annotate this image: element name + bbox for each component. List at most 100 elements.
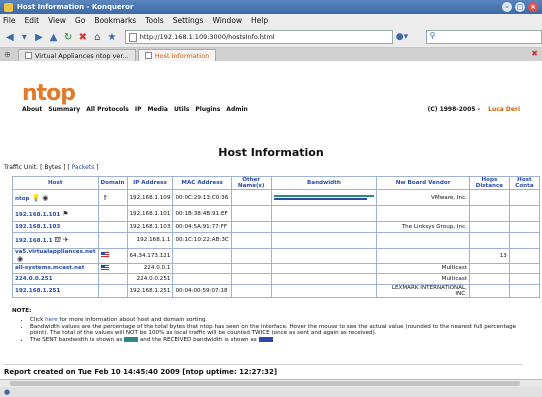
note-text: for more information about host and doma… — [57, 317, 208, 323]
host-link[interactable]: va5.virtualappliances.net — [15, 249, 96, 255]
table-row: 192.168.1.251 192.168.1.251 00:04:00:59:… — [12, 283, 541, 298]
search-input[interactable]: ⚲ — [425, 30, 542, 44]
contacts-cell — [508, 231, 541, 249]
nav-summary[interactable]: Summary — [48, 106, 80, 113]
domain-cell: ⇑ — [97, 189, 128, 206]
gateway-icon: ✈ — [62, 235, 69, 244]
go-icon[interactable]: ●▾ — [396, 32, 414, 42]
host-link[interactable]: ntop — [15, 196, 30, 202]
scrollbar-thumb[interactable] — [10, 381, 520, 386]
router-icon: ⛫ — [54, 235, 61, 244]
domain-cell — [97, 283, 128, 298]
host-cell[interactable]: all-systems.mcast.net — [12, 262, 99, 274]
minimize-button[interactable]: – — [502, 2, 512, 12]
horizontal-scrollbar[interactable] — [0, 379, 542, 387]
hops-cell — [468, 221, 510, 233]
domain-cell — [97, 205, 128, 222]
tab-label: Host Information — [154, 51, 210, 60]
host-cell[interactable]: 192.168.1.251 — [12, 283, 99, 298]
host-cell[interactable]: 192.168.1.103 — [12, 221, 99, 233]
page-title: Host Information — [218, 146, 324, 159]
host-link[interactable]: 192.168.1.103 — [15, 224, 60, 230]
stop-icon[interactable]: ✖ — [77, 31, 89, 44]
host-cell[interactable]: 192.168.1.1 ⛫ ✈ — [12, 231, 99, 249]
menu-settings[interactable]: Settings — [173, 16, 204, 25]
traffic-unit-label: Traffic Unit: [ Bytes ] [ — [4, 164, 72, 171]
col-domain[interactable]: Domain — [97, 176, 128, 190]
nav-utils[interactable]: Utils — [174, 106, 189, 113]
tab-host-information[interactable]: Host Information — [137, 49, 217, 61]
host-cell[interactable]: ntop 💡 ◉ — [12, 189, 99, 206]
close-tab-icon[interactable]: ✖ — [531, 49, 538, 58]
packets-link[interactable]: Packets — [72, 164, 95, 171]
nav-about[interactable]: About — [22, 106, 42, 113]
col-host[interactable]: Host — [12, 176, 99, 190]
table-row: ntop 💡 ◉ ⇑ 192.168.1.109 00:0C:29:13:C0:36… — [12, 189, 541, 206]
menu-window[interactable]: Window — [212, 16, 242, 25]
host-cell[interactable]: va5.virtualappliances.net◉ — [12, 247, 99, 264]
back-history-icon[interactable]: ▾ — [19, 31, 31, 44]
home-icon[interactable]: ⌂ — [92, 31, 104, 44]
host-cell[interactable]: 192.168.1.101 ⚑ — [12, 205, 99, 222]
menu-edit[interactable]: Edit — [25, 16, 40, 25]
host-link[interactable]: 192.168.1.101 — [15, 212, 60, 218]
note-here-link[interactable]: here — [45, 317, 58, 323]
back-icon[interactable]: ◀ — [4, 31, 16, 44]
maximize-button[interactable]: □ — [515, 2, 525, 12]
forward-icon[interactable]: ▶ — [33, 31, 45, 44]
note-item: Bandwidth values are the percentage of t… — [30, 324, 527, 336]
new-tab-icon[interactable]: ⊕ — [4, 50, 11, 59]
other-names-cell — [230, 205, 272, 222]
menu-file[interactable]: File — [3, 16, 16, 25]
up-icon[interactable]: ▲ — [48, 31, 60, 44]
ip-cell: 224.0.0.1 — [126, 262, 174, 274]
reload-icon[interactable]: ↻ — [62, 31, 74, 44]
menu-go[interactable]: Go — [75, 16, 85, 25]
col-host-contacts[interactable]: Host Conta — [508, 176, 541, 190]
status-bar: ● — [0, 387, 542, 397]
host-link[interactable]: 192.168.1.251 — [15, 288, 60, 294]
other-names-cell — [230, 221, 272, 233]
col-vendor[interactable]: Nw Board Vendor — [376, 176, 470, 190]
note-text: Click — [30, 317, 46, 323]
col-hops[interactable]: Hops Distance — [468, 176, 510, 190]
menu-help[interactable]: Help — [251, 16, 268, 25]
menu-view[interactable]: View — [48, 16, 66, 25]
col-other-names[interactable]: Other Name(s) — [230, 176, 272, 190]
traffic-unit: Traffic Unit: [ Bytes ] [ Packets ] — [4, 164, 99, 171]
bandwidth-cell — [270, 283, 378, 298]
ntop-logo[interactable]: ntop — [22, 81, 76, 106]
bandwidth-cell — [270, 221, 378, 233]
nav-plugins[interactable]: Plugins — [195, 106, 220, 113]
table-row: 192.168.1.103 192.168.1.103 00:04:5A:91:… — [12, 221, 541, 233]
author-link[interactable]: Luca Deri — [488, 106, 520, 113]
host-link[interactable]: 192.168.1.1 — [15, 238, 53, 244]
copyright-text: (C) 1998-2005 - — [427, 106, 483, 113]
host-cell[interactable]: 224.0.0.251 — [12, 273, 99, 285]
host-link[interactable]: all-systems.mcast.net — [15, 265, 85, 271]
host-link[interactable]: 224.0.0.251 — [15, 276, 53, 282]
nav-all-protocols[interactable]: All Protocols — [86, 106, 129, 113]
menu-bookmarks[interactable]: Bookmarks — [94, 16, 136, 25]
page-content: ntop About Summary All Protocols IP Medi… — [0, 61, 542, 379]
hops-cell — [468, 262, 510, 274]
col-mac[interactable]: MAC Address — [172, 176, 232, 190]
col-ip[interactable]: IP Address — [126, 176, 174, 190]
nav-media[interactable]: Media — [147, 106, 167, 113]
ip-cell: 192.168.1.251 — [126, 283, 174, 298]
table-row: va5.virtualappliances.net◉ 64.34.173.121… — [12, 247, 541, 264]
url-bar[interactable]: http://192.168.1.109:3000/hostsInfo.html — [124, 30, 393, 44]
menu-tools[interactable]: Tools — [145, 16, 163, 25]
col-bandwidth[interactable]: Bandwidth — [270, 176, 378, 190]
flag-icon: ⚑ — [62, 209, 69, 218]
received-legend-swatch — [258, 337, 273, 342]
nav-ip[interactable]: IP — [135, 106, 142, 113]
browser-toolbar: ◀ ▾ ▶ ▲ ↻ ✖ ⌂ ★ http://192.168.1.109:300… — [0, 27, 542, 48]
nav-admin[interactable]: Admin — [226, 106, 248, 113]
bookmark-icon[interactable]: ★ — [106, 31, 118, 44]
close-window-button[interactable]: × — [528, 2, 538, 12]
tab-virtual-appliances[interactable]: Virtual Appliances ntop ver... — [18, 49, 136, 61]
contacts-cell — [508, 189, 541, 206]
other-names-cell — [230, 247, 272, 264]
received-bar — [273, 198, 367, 200]
